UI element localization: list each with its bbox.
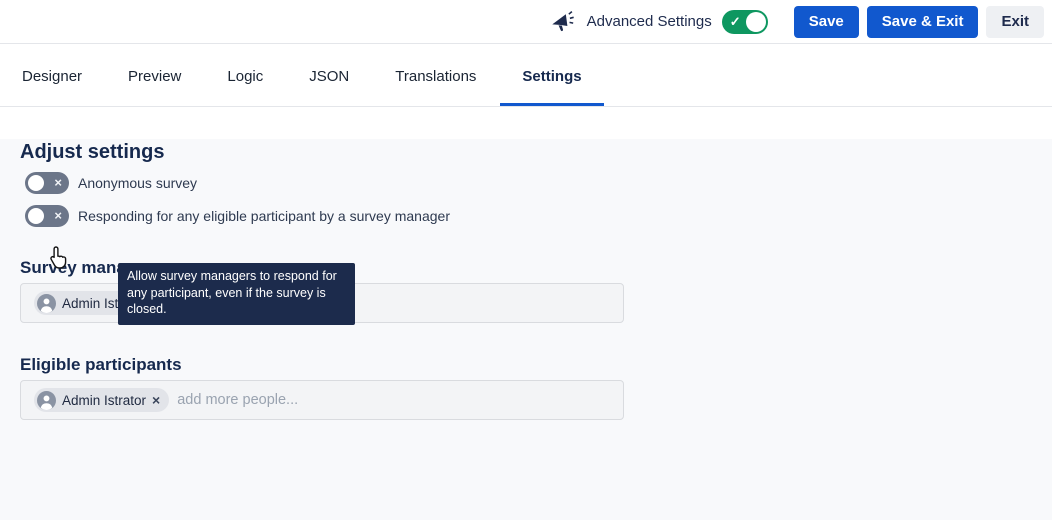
person-tag: Admin Istrator ×: [34, 388, 169, 412]
toggle-knob: [28, 175, 44, 191]
save-and-exit-button[interactable]: Save & Exit: [867, 6, 979, 38]
cross-icon: ×: [54, 176, 62, 190]
advanced-settings-label: Advanced Settings: [587, 13, 712, 30]
eligible-participants-field[interactable]: Admin Istrator × add more people...: [20, 380, 624, 420]
anonymous-survey-toggle[interactable]: ×: [25, 172, 69, 194]
toggle-row-anonymous-survey: × Anonymous survey: [25, 172, 1032, 194]
toggle-tooltip: Allow survey managers to respond for any…: [118, 263, 355, 325]
tab-json[interactable]: JSON: [287, 44, 371, 106]
toggle-knob: [746, 12, 766, 32]
toggle-label: Anonymous survey: [78, 175, 197, 191]
tab-designer[interactable]: Designer: [0, 44, 104, 106]
top-toolbar: Advanced Settings ✓ Save Save & Exit Exi…: [0, 0, 1052, 44]
advanced-settings-toggle[interactable]: ✓: [722, 10, 768, 34]
megaphone-icon: [550, 9, 575, 34]
toggle-label: Responding for any eligible participant …: [78, 208, 450, 224]
exit-button[interactable]: Exit: [986, 6, 1044, 38]
tab-translations[interactable]: Translations: [373, 44, 498, 106]
add-people-placeholder: add more people...: [177, 392, 298, 408]
cross-icon: ×: [54, 209, 62, 223]
responding-for-participant-toggle[interactable]: ×: [25, 205, 69, 227]
person-avatar-icon: [37, 294, 56, 313]
mouse-cursor-icon: [49, 245, 70, 275]
tab-settings[interactable]: Settings: [500, 44, 603, 106]
tab-preview[interactable]: Preview: [106, 44, 203, 106]
person-name: Admin Istrator: [62, 393, 146, 408]
eligible-participants-title: Eligible participants: [20, 353, 1032, 376]
page-title: Adjust settings: [20, 139, 1032, 166]
settings-panel: Adjust settings × Anonymous survey × Res…: [0, 139, 1052, 520]
section-eligible-participants: Eligible participants Admin Istrator × a…: [20, 353, 1032, 420]
tab-logic[interactable]: Logic: [205, 44, 285, 106]
person-avatar-icon: [37, 391, 56, 410]
toggle-row-responding-for-participant: × Responding for any eligible participan…: [25, 205, 1032, 227]
tab-bar: Designer Preview Logic JSON Translations…: [0, 44, 1052, 107]
toggle-knob: [28, 208, 44, 224]
remove-tag-icon[interactable]: ×: [152, 393, 160, 407]
check-icon: ✓: [730, 14, 741, 30]
save-button[interactable]: Save: [794, 6, 859, 38]
